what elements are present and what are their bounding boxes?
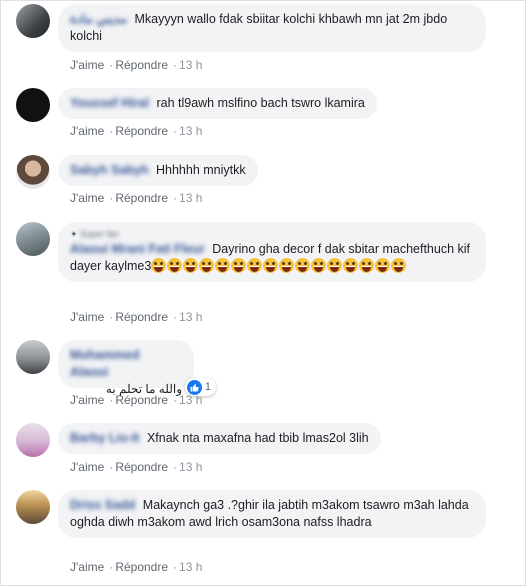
comment-time[interactable]: 13 h (179, 58, 202, 72)
reply-link[interactable]: Répondre (115, 124, 168, 138)
comment-time[interactable]: 13 h (179, 393, 202, 407)
comment-time[interactable]: 13 h (179, 560, 202, 574)
comment-author[interactable]: Driss Sadd (70, 498, 135, 512)
like-link[interactable]: J'aime (70, 58, 104, 72)
comment-author[interactable]: Barby Lio-It (70, 431, 139, 445)
laughing-emoji-icon (151, 258, 407, 273)
avatar[interactable] (16, 490, 50, 524)
comment-author[interactable]: Youssef Hiral (70, 96, 149, 110)
comment-actions: J'aime · Répondre · 13 h (70, 124, 203, 138)
comment-bubble: Barby Lio-It Xfnak nta maxafna had tbib … (58, 423, 381, 454)
reaction-count: 1 (204, 380, 211, 393)
comment-actions: J'aime · Répondre · 13 h (70, 393, 203, 407)
comment-actions: J'aime · Répondre · 13 h (70, 191, 203, 205)
comment-text: Xfnak nta maxafna had tbib lmas2ol 3lih (146, 431, 369, 445)
comment-author[interactable]: مديني مادة (70, 12, 127, 26)
comment-bubble: Mohammed Alaoui والله ما تحلم به 1 (58, 340, 216, 396)
reply-link[interactable]: Répondre (115, 191, 168, 205)
reply-link[interactable]: Répondre (115, 460, 168, 474)
like-link[interactable]: J'aime (70, 124, 104, 138)
star-icon: ✦ (70, 229, 78, 239)
like-link[interactable]: J'aime (70, 460, 104, 474)
comment-time[interactable]: 13 h (179, 460, 202, 474)
comment-time[interactable]: 13 h (179, 191, 202, 205)
avatar[interactable] (16, 4, 50, 38)
like-link[interactable]: J'aime (70, 191, 104, 205)
like-link[interactable]: J'aime (70, 393, 104, 407)
comment-actions: J'aime · Répondre · 13 h (70, 460, 203, 474)
avatar[interactable] (16, 423, 50, 457)
reply-link[interactable]: Répondre (115, 560, 168, 574)
avatar[interactable] (16, 88, 50, 122)
comment-text: rah tl9awh mslfino bach tswro lkamira (156, 96, 365, 110)
comment-time[interactable]: 13 h (179, 124, 202, 138)
avatar[interactable] (16, 155, 50, 189)
comment-bubble: ✦ Super fan Alaoui Mrani Fati Fleur Dayr… (58, 222, 486, 282)
reply-link[interactable]: Répondre (115, 310, 168, 324)
comment-author[interactable]: Mohammed Alaoui (70, 347, 178, 381)
comment-time[interactable]: 13 h (179, 310, 202, 324)
like-link[interactable]: J'aime (70, 560, 104, 574)
like-link[interactable]: J'aime (70, 310, 104, 324)
comment-bubble: Sabyh Sabyh Hhhhhh mniytkk (58, 155, 258, 186)
avatar[interactable] (16, 222, 50, 256)
reply-link[interactable]: Répondre (115, 393, 168, 407)
comment-actions: J'aime · Répondre · 13 h (70, 310, 203, 324)
comment-text: Hhhhhh mniytkk (155, 163, 246, 177)
comment-author[interactable]: Sabyh Sabyh (70, 163, 149, 177)
comment-actions: J'aime · Répondre · 13 h (70, 560, 203, 574)
avatar[interactable] (16, 340, 50, 374)
super-fan-badge: ✦ Super fan (70, 229, 120, 239)
comment-actions: J'aime · Répondre · 13 h (70, 58, 203, 72)
comment-bubble: Youssef Hiral rah tl9awh mslfino bach ts… (58, 88, 377, 119)
comment-author[interactable]: Alaoui Mrani Fati Fleur (70, 242, 205, 256)
comment-bubble: مديني مادة Mkayyyn wallo fdak sbiitar ko… (58, 4, 486, 52)
comment-bubble: Driss Sadd Makaynch ga3 .?ghir ila jabti… (58, 490, 486, 538)
reply-link[interactable]: Répondre (115, 58, 168, 72)
